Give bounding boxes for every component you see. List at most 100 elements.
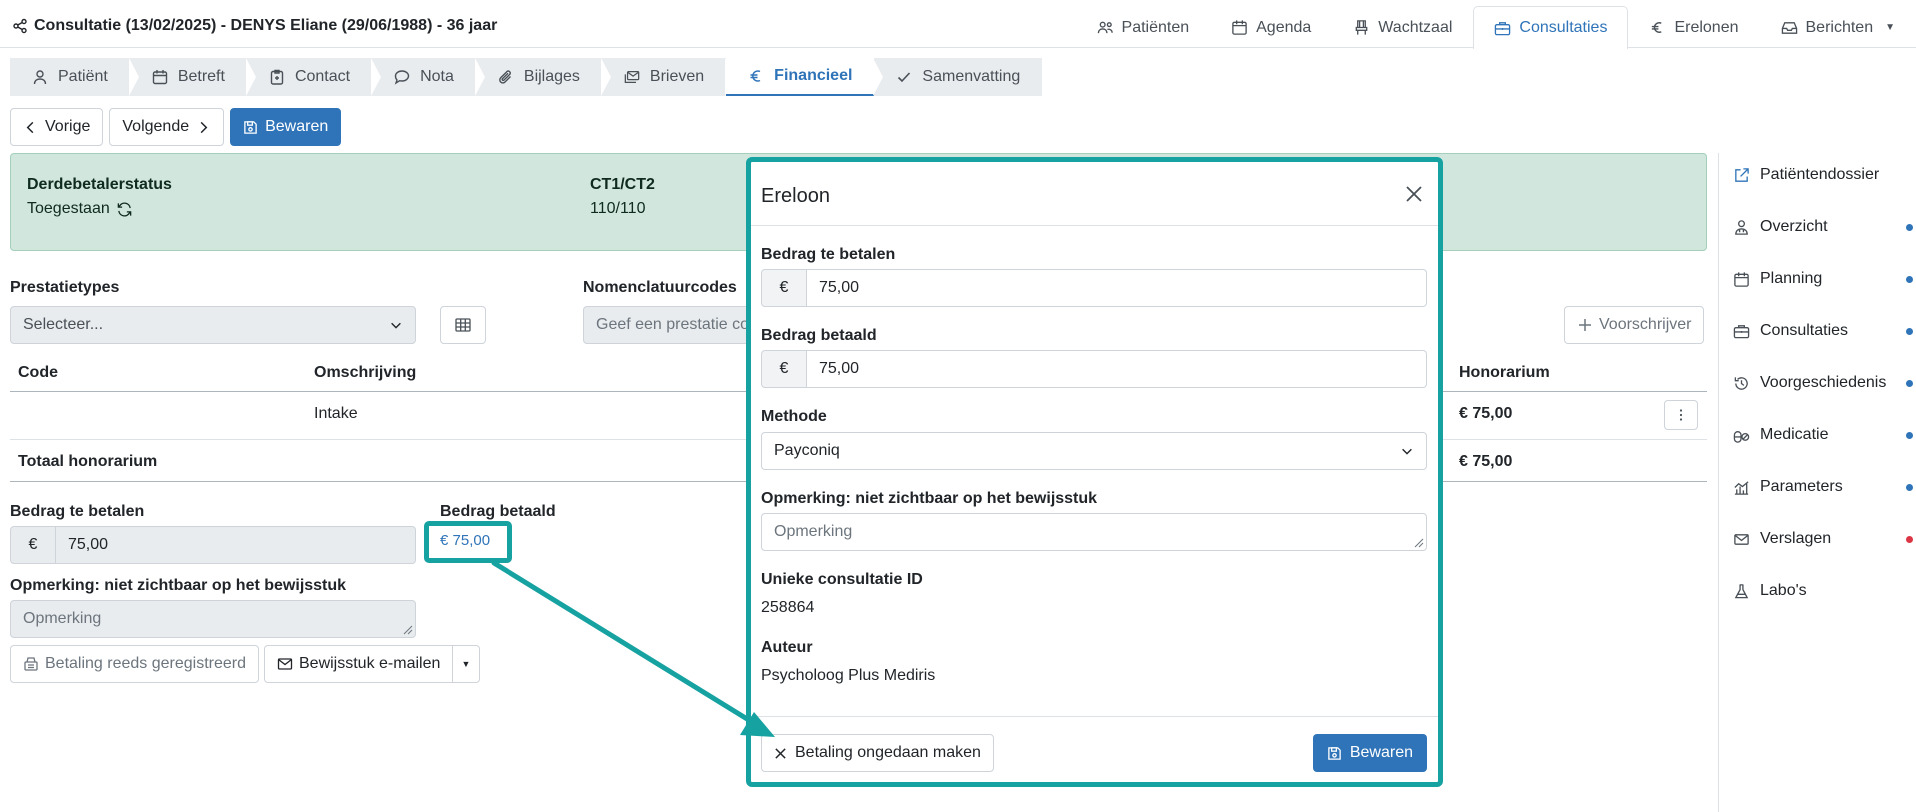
sidebar-label: Consultaties (1760, 322, 1849, 339)
chevron-right-icon (200, 121, 208, 133)
nav-berichten[interactable]: Berichten ▼ (1760, 6, 1916, 48)
third-party-value: Toegestaan (27, 200, 110, 217)
payment-registered-button[interactable]: Betaling reeds geregistreerd (10, 645, 260, 683)
resize-handle-icon[interactable] (1412, 536, 1424, 548)
previous-label: Vorige (45, 118, 91, 135)
tab-label: Samenvatting (922, 68, 1021, 85)
remark-placeholder: Opmerking (23, 610, 102, 627)
consultation-tabs: Patiënt Betreft Contact Nota Bijlages Br… (10, 58, 1043, 96)
notification-dot (1906, 483, 1913, 491)
sidebar-item-planning[interactable]: Planning (1733, 270, 1913, 288)
nav-label: Berichten (1805, 18, 1874, 36)
modal-save-button[interactable]: Bewaren (1312, 734, 1427, 772)
caret-down-icon: ▼ (1885, 22, 1895, 33)
col-fee: Honorarium (1459, 364, 1550, 381)
calendar-icon (152, 70, 168, 85)
tab-contact[interactable]: Contact (245, 58, 372, 96)
sidebar-item-overzicht[interactable]: Overzicht (1733, 218, 1913, 236)
currency-prefix: € (10, 526, 56, 564)
email-receipt-label: Bewijsstuk e-mailen (299, 655, 441, 672)
third-party-status: Derdebetalerstatus Toegestaan (27, 176, 172, 218)
email-options-dropdown[interactable]: ▼ (452, 645, 480, 683)
sidebar-label: Medicatie (1760, 426, 1829, 443)
sidebar-item-consultaties[interactable]: Consultaties (1733, 322, 1913, 340)
sidebar-item-parameters[interactable]: Parameters (1733, 478, 1913, 496)
floppy-disk-icon (244, 120, 257, 134)
tab-label: Patiënt (58, 68, 108, 85)
sidebar-label: Labo's (1760, 582, 1807, 599)
nomenclature-input[interactable]: Geef een prestatie co (583, 306, 753, 344)
modal-header: Ereloon (751, 162, 1438, 226)
col-description: Omschrijving (314, 364, 417, 381)
next-button[interactable]: Volgende (109, 108, 225, 146)
to-pay-input[interactable]: 75,00 (56, 526, 416, 564)
nav-patienten[interactable]: Patiënten (1076, 6, 1211, 48)
clipboard-icon (270, 69, 284, 85)
sidebar-item-medicatie[interactable]: Medicatie (1733, 426, 1913, 444)
tab-nota[interactable]: Nota (371, 58, 476, 96)
modal-remark-textarea[interactable]: Opmerking (761, 513, 1427, 551)
third-party-label: Derdebetalerstatus (27, 176, 172, 193)
modal-to-pay-input[interactable]: 75,00 (807, 269, 1427, 307)
paid-label: Bedrag betaald (440, 503, 556, 520)
prescriber-button[interactable]: Voorschrijver (1564, 306, 1705, 344)
tab-brieven[interactable]: Brieven (600, 58, 726, 96)
tab-samenvatting[interactable]: Samenvatting (873, 58, 1042, 96)
modal-remark-label: Opmerking: niet zichtbaar op het bewijss… (761, 490, 1098, 507)
tab-label: Brieven (649, 68, 705, 85)
notification-dot (1906, 431, 1913, 439)
email-receipt-button[interactable]: Bewijsstuk e-mailen (264, 645, 454, 683)
tab-label: Contact (294, 68, 351, 85)
nav-wachtzaal[interactable]: Wachtzaal (1332, 6, 1473, 48)
sidebar-item-voorgeschiedenis[interactable]: Voorgeschiedenis (1733, 374, 1913, 392)
cash-register-icon (24, 657, 38, 671)
check-icon (898, 72, 911, 83)
modal-remark-placeholder: Opmerking (774, 523, 853, 540)
sidebar-item-verslagen[interactable]: Verslagen (1733, 530, 1913, 548)
modal-method-select[interactable]: Payconiq (761, 432, 1427, 470)
sidebar-label: Overzicht (1760, 218, 1828, 235)
nav-erelonen[interactable]: Erelonen (1628, 6, 1759, 48)
previous-button[interactable]: Vorige (10, 108, 104, 146)
euro-icon (1652, 22, 1663, 33)
next-label: Volgende (122, 118, 190, 135)
sidebar-item-patientendossier[interactable]: Patiëntendossier (1733, 166, 1913, 184)
floppy-disk-icon (1328, 746, 1341, 760)
table-row-description: Intake (314, 405, 358, 422)
tab-bijlages[interactable]: Bijlages (474, 58, 602, 96)
chair-icon (1355, 20, 1368, 35)
undo-payment-label: Betaling ongedaan maken (795, 744, 981, 761)
close-icon[interactable] (1404, 184, 1424, 204)
tab-financieel[interactable]: Financieel (725, 58, 875, 96)
tab-label: Financieel (774, 67, 853, 84)
notification-dot (1906, 379, 1913, 387)
remark-textarea[interactable]: Opmerking (10, 600, 416, 638)
table-view-button[interactable] (440, 306, 486, 344)
nav-label: Agenda (1256, 18, 1312, 36)
prescriber-label: Voorschrijver (1599, 316, 1692, 333)
notification-dot (1906, 327, 1913, 335)
prestatietypes-label: Prestatietypes (10, 279, 120, 296)
modal-id-value: 258864 (761, 599, 815, 616)
undo-payment-button[interactable]: Betaling ongedaan maken (761, 734, 994, 772)
resize-handle-icon[interactable] (401, 623, 413, 635)
refresh-icon[interactable] (116, 201, 133, 218)
row-actions-button[interactable] (1664, 400, 1698, 430)
tab-label: Nota (420, 68, 454, 85)
tab-patient[interactable]: Patiënt (10, 58, 130, 96)
modal-method-value: Payconiq (774, 442, 840, 459)
record-navigation: Vorige Volgende Bewaren (10, 108, 342, 146)
prestatietypes-select[interactable]: Selecteer... (10, 306, 416, 344)
sidebar-item-labos[interactable]: Labo's (1733, 582, 1913, 600)
tab-betreft[interactable]: Betreft (128, 58, 247, 96)
page-title: Consultatie (13/02/2025) - DENYS Eliane … (12, 17, 497, 35)
modal-paid-input[interactable]: 75,00 (807, 350, 1427, 388)
page-title-text: Consultatie (13/02/2025) - DENYS Eliane … (34, 17, 498, 34)
modal-footer: Betaling ongedaan maken Bewaren (751, 716, 1438, 782)
nav-agenda[interactable]: Agenda (1210, 6, 1332, 48)
nomenclature-label: Nomenclatuurcodes (583, 279, 737, 296)
save-button[interactable]: Bewaren (230, 108, 342, 146)
user-icon (33, 70, 47, 85)
chevron-down-icon (391, 322, 401, 329)
nav-consultaties[interactable]: Consultaties (1473, 6, 1629, 49)
